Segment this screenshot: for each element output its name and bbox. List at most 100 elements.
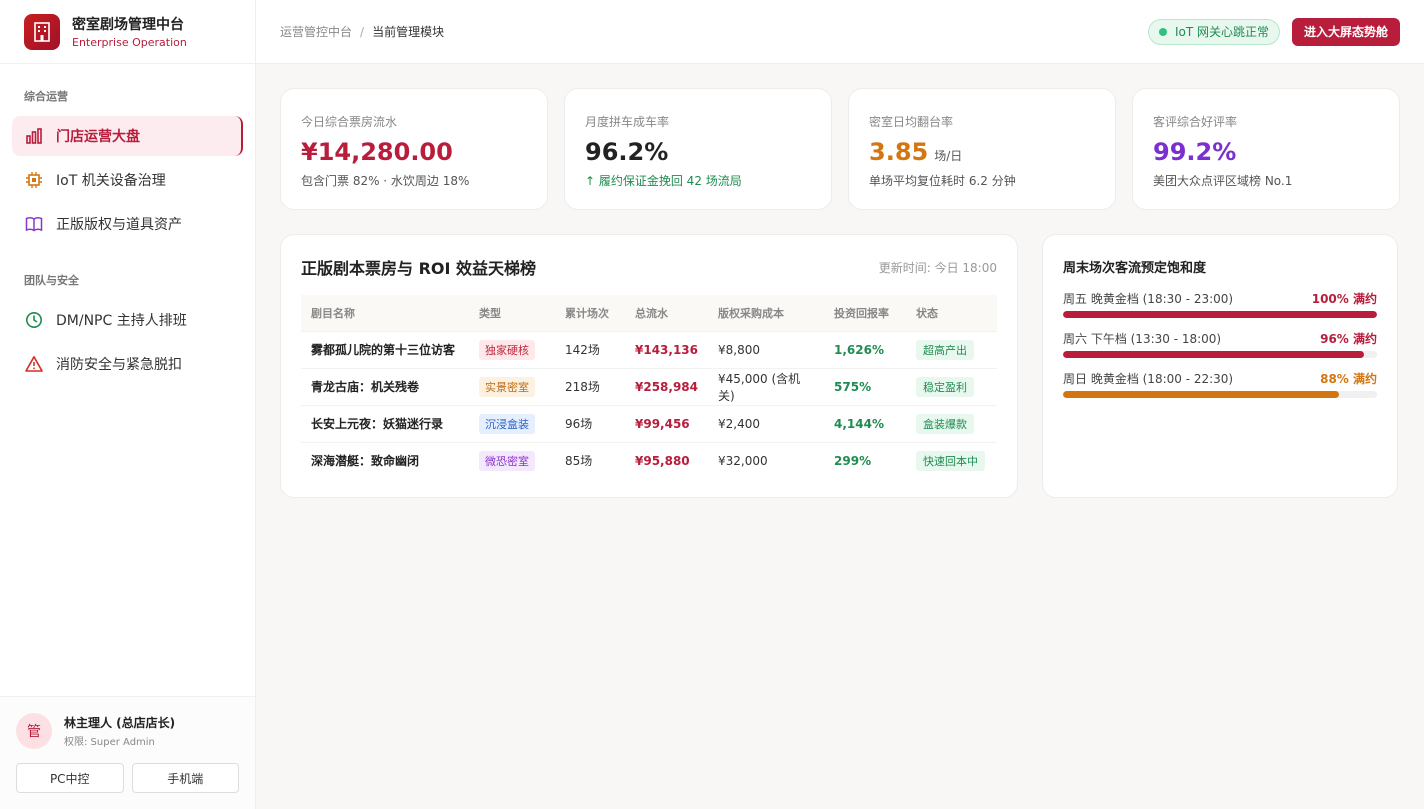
type-tag: 实景密室 <box>479 376 535 397</box>
nav-section-team-safety: 团队与安全 <box>24 274 79 287</box>
column-header: 类型 <box>479 306 501 320</box>
script-name: 雾都孤儿院的第十三位访客 <box>301 330 469 368</box>
brand-subtitle: Enterprise Operation <box>72 36 187 49</box>
status-badge: 超高产出 <box>916 339 975 360</box>
saturation-bar-row: 周六 下午档 (13:30 - 18:00) 96% 满约 <box>1063 330 1377 358</box>
cost-cell: ¥2,400 <box>708 404 825 442</box>
roi-leaderboard-panel: 正版剧本票房与 ROI 效益天梯榜 更新时间: 今日 18:00 剧目名称 类型… <box>280 234 1018 498</box>
sidebar-item-copyright-assets[interactable]: 正版版权与道具资产 <box>12 204 243 244</box>
type-cell: 实景密室 <box>469 367 555 405</box>
sidebar-footer: 管 林主理人 (总店店长) 权限: Super Admin PC中控 手机端 <box>0 696 255 809</box>
brand: 密室剧场管理中台 Enterprise Operation <box>0 0 255 64</box>
stat-sub: 包含门票 82% · 水饮周边 18% <box>301 174 470 188</box>
clock-icon <box>24 310 44 330</box>
revenue-cell: ¥258,984 <box>625 367 709 405</box>
status-dot-icon <box>1158 27 1167 36</box>
table-row[interactable]: 雾都孤儿院的第十三位访客 独家硬核 142场 ¥143,136 ¥8,800 1,626%… <box>301 330 997 368</box>
user-name: 林主理人 (总店店长) <box>64 716 176 730</box>
sidebar-item-label: DM/NPC 主持人排班 <box>56 313 187 329</box>
stat-label: 今日综合票房流水 <box>301 115 398 129</box>
big-screen-button[interactable]: 进入大屏态势舱 <box>1291 17 1400 46</box>
status-cell: 超高产出 <box>906 330 997 368</box>
stat-sub: 美团大众点评区域榜 No.1 <box>1153 174 1293 188</box>
sidebar-item-iot-devices[interactable]: IoT 机关设备治理 <box>12 160 243 200</box>
stat-label: 密室日均翻台率 <box>869 115 954 129</box>
type-cell: 独家硬核 <box>469 330 555 368</box>
roi-cell: 1,626% <box>824 330 907 368</box>
bar-chart-icon <box>24 126 44 146</box>
slot-percent: 96% 满约 <box>1320 332 1377 346</box>
avatar: 管 <box>16 713 52 749</box>
stat-value: 99.2% <box>1153 138 1379 166</box>
status-cell: 快速回本中 <box>906 441 997 479</box>
table-row[interactable]: 青龙古庙：机关残卷 实景密室 218场 ¥258,984 ¥45,000 (含机关) 57… <box>301 367 997 405</box>
stats-row: 今日综合票房流水 ¥14,280.00 包含门票 82% · 水饮周边 18% … <box>280 88 1400 210</box>
table-header-row: 剧目名称 类型 累计场次 总流水 版权采购成本 投资回报率 状态 <box>301 295 997 331</box>
stat-value-text: ¥14,280.00 <box>301 138 453 166</box>
progress-fill <box>1063 311 1377 318</box>
updated-time: 更新时间: 今日 18:00 <box>878 260 997 275</box>
script-name: 长安上元夜：妖猫迷行录 <box>301 404 469 442</box>
main-area: 运营管控中台 / 当前管理模块 IoT 网关心跳正常 进入大屏态势舱 今日综合票房流… <box>256 0 1424 809</box>
slot-label: 周六 下午档 (13:30 - 18:00) <box>1063 332 1222 346</box>
user-role: 权限: Super Admin <box>64 737 155 748</box>
breadcrumb: 运营管控中台 / 当前管理模块 <box>280 23 444 40</box>
panel-title: 正版剧本票房与 ROI 效益天梯榜 <box>301 259 537 278</box>
panel-title: 周末场次客流预定饱和度 <box>1063 261 1207 276</box>
slot-percent: 100% 满约 <box>1311 292 1377 306</box>
stat-sub: 单场平均复位耗时 6.2 分钟 <box>869 174 1016 188</box>
status-cell: 盒装爆款 <box>906 404 997 442</box>
stat-sub: ↑ 履约保证金挽回 42 场流局 <box>585 174 742 188</box>
stat-label: 客评综合好评率 <box>1153 115 1238 129</box>
sidebar-item-label: 正版版权与道具资产 <box>56 217 182 233</box>
sidebar-item-fire-safety[interactable]: 消防安全与紧急脱扣 <box>12 344 243 384</box>
type-tag: 独家硬核 <box>479 339 535 360</box>
weekend-saturation-panel: 周末场次客流预定饱和度 周五 晚黄金档 (18:30 - 23:00) 100% … <box>1042 234 1398 498</box>
sessions-cell: 96场 <box>555 404 625 442</box>
cost-cell: ¥32,000 <box>708 441 825 479</box>
sidebar-item-label: 门店运营大盘 <box>56 129 140 145</box>
breadcrumb-separator: / <box>360 25 365 39</box>
stat-label: 月度拼车成车率 <box>585 115 670 129</box>
sessions-cell: 85场 <box>555 441 625 479</box>
column-header: 剧目名称 <box>311 306 355 320</box>
user-profile[interactable]: 管 林主理人 (总店店长) 权限: Super Admin <box>16 713 239 749</box>
revenue-cell: ¥143,136 <box>625 330 709 368</box>
sidebar: 密室剧场管理中台 Enterprise Operation 综合运营 门店运营大… <box>0 0 256 809</box>
script-name: 青龙古庙：机关残卷 <box>301 367 469 405</box>
slot-label: 周日 晚黄金档 (18:00 - 22:30) <box>1063 372 1234 386</box>
table-row[interactable]: 长安上元夜：妖猫迷行录 沉浸盒装 96场 ¥99,456 ¥2,400 4,144% 盒装爆… <box>301 404 997 442</box>
type-cell: 微恐密室 <box>469 441 555 479</box>
sessions-cell: 142场 <box>555 330 625 368</box>
mobile-button[interactable]: 手机端 <box>131 763 239 793</box>
roi-cell: 575% <box>824 367 907 405</box>
progress-fill <box>1063 351 1365 358</box>
sidebar-item-store-dashboard[interactable]: 门店运营大盘 <box>12 116 243 156</box>
progress-track <box>1063 351 1377 358</box>
roi-cell: 299% <box>824 441 907 479</box>
iot-status-text: IoT 网关心跳正常 <box>1174 25 1269 39</box>
breadcrumb-current: 当前管理模块 <box>372 25 445 39</box>
saturation-bar-row: 周日 晚黄金档 (18:00 - 22:30) 88% 满约 <box>1063 370 1377 398</box>
stat-value: 96.2% <box>585 138 811 166</box>
column-header: 总流水 <box>635 306 668 320</box>
type-tag: 沉浸盒装 <box>479 413 535 434</box>
sidebar-item-label: IoT 机关设备治理 <box>56 173 166 189</box>
type-tag: 微恐密室 <box>479 450 535 471</box>
stat-value-text: 96.2% <box>585 138 669 166</box>
breadcrumb-parent[interactable]: 运营管控中台 <box>280 25 352 39</box>
nav-section-operations: 综合运营 <box>24 90 68 103</box>
status-badge: 稳定盈利 <box>916 376 975 397</box>
stat-card-revenue: 今日综合票房流水 ¥14,280.00 包含门票 82% · 水饮周边 18% <box>280 88 548 210</box>
progress-track <box>1063 391 1377 398</box>
pc-control-button[interactable]: PC中控 <box>16 763 124 793</box>
sidebar-item-dm-schedule[interactable]: DM/NPC 主持人排班 <box>12 300 243 340</box>
roi-table: 剧目名称 类型 累计场次 总流水 版权采购成本 投资回报率 状态 雾都孤儿院的第… <box>301 295 997 479</box>
roi-cell: 4,144% <box>824 404 907 442</box>
stat-card-carpool-rate: 月度拼车成车率 96.2% ↑ 履约保证金挽回 42 场流局 <box>564 88 832 210</box>
table-row[interactable]: 深海潜艇：致命幽闭 微恐密室 85场 ¥95,880 ¥32,000 299% 快速回本中 <box>301 441 997 479</box>
stat-unit: 场/日 <box>934 149 963 163</box>
column-header: 投资回报率 <box>834 306 890 320</box>
type-cell: 沉浸盒装 <box>469 404 555 442</box>
warning-icon <box>24 354 44 374</box>
